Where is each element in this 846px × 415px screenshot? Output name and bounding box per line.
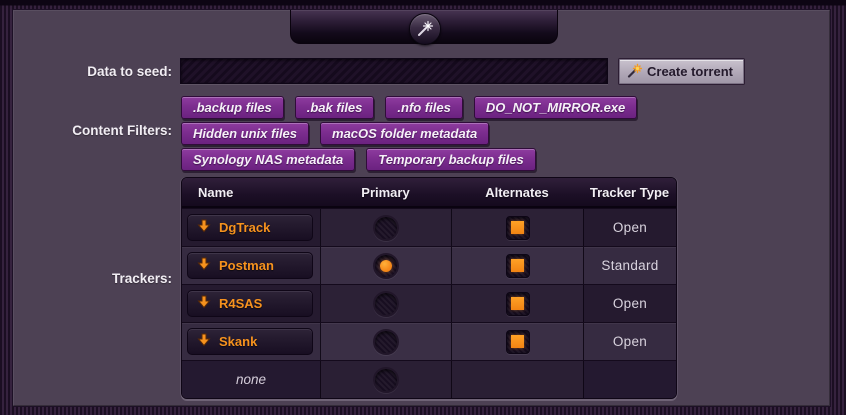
content-filter-chip[interactable]: Temporary backup files [366,148,535,171]
tracker-row: DgTrack Open [182,208,676,246]
column-header-alternates: Alternates [451,178,583,206]
alternates-checkbox[interactable] [506,330,530,354]
tracker-type: Standard [601,258,658,273]
torrent-creator-tab[interactable] [290,10,558,44]
content-filter-chip[interactable]: Synology NAS metadata [181,148,355,171]
tracker-type: Open [613,296,647,311]
tracker-row-none: none [182,360,676,398]
tracker-type: Open [613,220,647,235]
content-filter-chip[interactable]: DO_NOT_MIRROR.exe [474,96,637,119]
trackers-label: Trackers: [13,271,172,286]
tracker-name-button[interactable]: Skank [187,328,313,355]
content-filter-chip[interactable]: .nfo files [385,96,462,119]
column-header-primary: Primary [320,178,451,206]
create-torrent-label: Create torrent [647,64,733,79]
tracker-name-button[interactable]: R4SAS [187,290,313,317]
content-filter-chip[interactable]: .bak files [295,96,375,119]
content-filter-chips: .backup files .bak files .nfo files DO_N… [181,96,643,171]
content-filter-chip[interactable]: .backup files [181,96,284,119]
trackers-table-header: Name Primary Alternates Tracker Type [182,178,676,208]
tracker-type: Open [613,334,647,349]
primary-radio[interactable] [373,215,399,241]
column-header-tracker-type: Tracker Type [583,178,676,206]
content-filters-label: Content Filters: [13,123,172,138]
tracker-row: Postman Standard [182,246,676,284]
content-filter-chip[interactable]: macOS folder metadata [320,122,489,145]
download-arrow-icon [197,257,211,274]
wand-sparkle-icon [627,63,642,81]
primary-radio[interactable] [373,291,399,317]
content-filter-chip[interactable]: Hidden unix files [181,122,309,145]
tracker-name-button[interactable]: Postman [187,252,313,279]
alternates-checkbox[interactable] [506,292,530,316]
data-to-seed-input[interactable] [180,58,608,84]
magic-wand-button[interactable] [409,13,441,45]
tracker-name-button[interactable]: DgTrack [187,214,313,241]
download-arrow-icon [197,333,211,350]
primary-radio[interactable] [373,253,399,279]
tracker-none-label: none [236,372,266,387]
download-arrow-icon [197,219,211,236]
tracker-row: Skank Open [182,322,676,360]
trackers-table: Name Primary Alternates Tracker Type DgT… [181,177,677,399]
torrent-creator-panel: Data to seed: Create torrent Content Fil… [13,10,830,406]
primary-radio[interactable] [373,367,399,393]
data-to-seed-label: Data to seed: [13,64,172,79]
tracker-row: R4SAS Open [182,284,676,322]
column-header-name: Name [182,178,320,206]
download-arrow-icon [197,295,211,312]
primary-radio[interactable] [373,329,399,355]
alternates-checkbox[interactable] [506,254,530,278]
create-torrent-button[interactable]: Create torrent [619,59,744,84]
alternates-checkbox[interactable] [506,216,530,240]
